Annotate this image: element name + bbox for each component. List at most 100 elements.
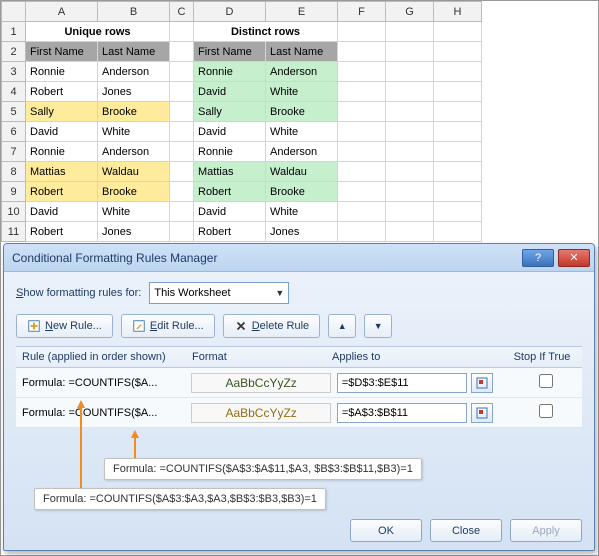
- cell[interactable]: Anderson: [266, 62, 338, 82]
- cell[interactable]: Robert: [194, 222, 266, 242]
- cell[interactable]: [338, 202, 386, 222]
- cell[interactable]: Ronnie: [194, 142, 266, 162]
- cell[interactable]: [170, 82, 194, 102]
- cell[interactable]: Sally: [26, 102, 98, 122]
- row-header[interactable]: 2: [2, 42, 26, 62]
- col-header[interactable]: A: [26, 2, 98, 22]
- section-title-distinct[interactable]: Distinct rows: [194, 22, 338, 42]
- section-title-unique[interactable]: Unique rows: [26, 22, 170, 42]
- cell[interactable]: David: [26, 202, 98, 222]
- row-header[interactable]: 11: [2, 222, 26, 242]
- col-header[interactable]: F: [338, 2, 386, 22]
- cell[interactable]: White: [266, 82, 338, 102]
- cell[interactable]: [386, 82, 434, 102]
- cell[interactable]: [386, 182, 434, 202]
- range-picker-button[interactable]: [471, 403, 493, 423]
- table-header[interactable]: Last Name: [266, 42, 338, 62]
- col-header[interactable]: B: [98, 2, 170, 22]
- col-header[interactable]: E: [266, 2, 338, 22]
- table-header[interactable]: Last Name: [98, 42, 170, 62]
- table-header[interactable]: First Name: [194, 42, 266, 62]
- cell[interactable]: David: [26, 122, 98, 142]
- cell[interactable]: White: [266, 122, 338, 142]
- cell[interactable]: [386, 102, 434, 122]
- cell[interactable]: [434, 122, 482, 142]
- cell[interactable]: Jones: [266, 222, 338, 242]
- cell[interactable]: [338, 122, 386, 142]
- delete-rule-button[interactable]: Delete Rule: [223, 314, 321, 338]
- cell[interactable]: David: [194, 202, 266, 222]
- cell[interactable]: [434, 162, 482, 182]
- dialog-titlebar[interactable]: Conditional Formatting Rules Manager ? ✕: [4, 244, 594, 272]
- cell[interactable]: [434, 102, 482, 122]
- cell[interactable]: [386, 222, 434, 242]
- close-button[interactable]: ✕: [558, 249, 590, 267]
- table-header[interactable]: First Name: [26, 42, 98, 62]
- cell[interactable]: Waldau: [98, 162, 170, 182]
- cell[interactable]: Mattias: [194, 162, 266, 182]
- cell[interactable]: Brooke: [266, 102, 338, 122]
- cell[interactable]: [338, 82, 386, 102]
- cell[interactable]: [386, 62, 434, 82]
- cell[interactable]: [434, 62, 482, 82]
- ok-button[interactable]: OK: [350, 519, 422, 542]
- row-header[interactable]: 3: [2, 62, 26, 82]
- cell[interactable]: [338, 182, 386, 202]
- cell[interactable]: Anderson: [266, 142, 338, 162]
- applies-to-input[interactable]: [337, 373, 467, 393]
- row-header[interactable]: 6: [2, 122, 26, 142]
- cell[interactable]: [170, 142, 194, 162]
- row-header[interactable]: 1: [2, 22, 26, 42]
- cell[interactable]: [434, 222, 482, 242]
- cell[interactable]: [170, 202, 194, 222]
- edit-rule-button[interactable]: Edit Rule...: [121, 314, 215, 338]
- cell[interactable]: [170, 222, 194, 242]
- cell[interactable]: White: [98, 122, 170, 142]
- move-up-button[interactable]: ▲: [328, 314, 356, 338]
- cell[interactable]: [170, 182, 194, 202]
- col-header[interactable]: C: [170, 2, 194, 22]
- scope-dropdown[interactable]: This Worksheet ▼: [149, 282, 289, 304]
- cell[interactable]: Robert: [26, 182, 98, 202]
- row-header[interactable]: 5: [2, 102, 26, 122]
- row-header[interactable]: 9: [2, 182, 26, 202]
- cell[interactable]: Robert: [26, 82, 98, 102]
- new-rule-button[interactable]: New Rule...: [16, 314, 113, 338]
- cell[interactable]: [386, 162, 434, 182]
- cell[interactable]: Jones: [98, 82, 170, 102]
- col-header[interactable]: G: [386, 2, 434, 22]
- cell[interactable]: Brooke: [98, 102, 170, 122]
- col-header[interactable]: H: [434, 2, 482, 22]
- cell[interactable]: [338, 142, 386, 162]
- cell[interactable]: [386, 122, 434, 142]
- cell[interactable]: [338, 222, 386, 242]
- cell[interactable]: [434, 182, 482, 202]
- cell[interactable]: Ronnie: [26, 62, 98, 82]
- cell[interactable]: Robert: [26, 222, 98, 242]
- col-header[interactable]: D: [194, 2, 266, 22]
- cell[interactable]: David: [194, 122, 266, 142]
- row-header[interactable]: 7: [2, 142, 26, 162]
- row-header[interactable]: 8: [2, 162, 26, 182]
- cell[interactable]: [434, 202, 482, 222]
- cell[interactable]: Ronnie: [26, 142, 98, 162]
- range-picker-button[interactable]: [471, 373, 493, 393]
- cell[interactable]: Brooke: [98, 182, 170, 202]
- rule-row[interactable]: Formula: =COUNTIFS($A...AaBbCcYyZz: [16, 368, 582, 398]
- cell[interactable]: [170, 62, 194, 82]
- cell[interactable]: [338, 162, 386, 182]
- cell[interactable]: [338, 62, 386, 82]
- cell[interactable]: [170, 122, 194, 142]
- cell[interactable]: Brooke: [266, 182, 338, 202]
- cell[interactable]: Waldau: [266, 162, 338, 182]
- cell[interactable]: [170, 162, 194, 182]
- cell[interactable]: Jones: [98, 222, 170, 242]
- stop-if-true-checkbox[interactable]: [539, 404, 553, 418]
- help-button[interactable]: ?: [522, 249, 554, 267]
- apply-button[interactable]: Apply: [510, 519, 582, 542]
- cell[interactable]: White: [266, 202, 338, 222]
- cell[interactable]: White: [98, 202, 170, 222]
- cell[interactable]: Mattias: [26, 162, 98, 182]
- applies-to-input[interactable]: [337, 403, 467, 423]
- close-button-footer[interactable]: Close: [430, 519, 502, 542]
